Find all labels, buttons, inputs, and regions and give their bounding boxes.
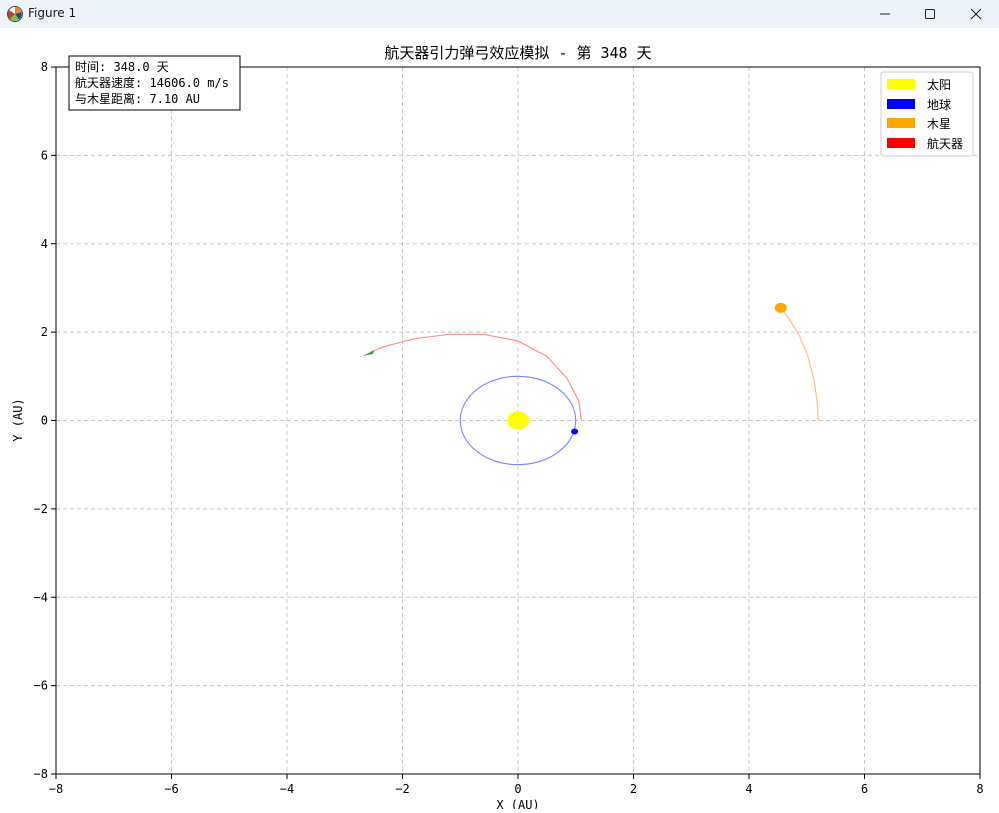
y-tick-label: 0 <box>41 414 48 428</box>
y-tick-label: 8 <box>41 60 48 74</box>
info-speed: 航天器速度: 14606.0 m/s <box>75 75 229 90</box>
x-tick-label: 2 <box>630 782 637 796</box>
y-tick-label: 4 <box>41 237 48 251</box>
figure-background <box>0 28 999 809</box>
maximize-icon <box>925 9 935 19</box>
y-tick-label: −2 <box>34 502 48 516</box>
x-tick-label: 0 <box>514 782 521 796</box>
x-tick-label: 4 <box>745 782 752 796</box>
legend-label-jupiter: 木星 <box>927 117 951 131</box>
x-axis-label: X (AU) <box>496 798 539 809</box>
y-tick-label: −6 <box>34 679 48 693</box>
window-titlebar: Figure 1 <box>0 0 999 28</box>
earth-marker <box>571 428 579 435</box>
y-tick-label: −4 <box>34 590 48 604</box>
matplotlib-icon <box>7 6 23 22</box>
window-title: Figure 1 <box>28 6 77 20</box>
y-tick-label: 2 <box>41 325 48 339</box>
jupiter-marker <box>774 302 787 313</box>
plot-svg: 航天器引力弹弓效应模拟 - 第 348 天 −8 −6 −4 −2 0 2 4 6 8 −8 −6 −… <box>0 28 999 812</box>
minimize-button[interactable] <box>862 0 908 28</box>
x-tick-label: −6 <box>164 782 178 796</box>
info-jupiter-distance: 与木星距离: 7.10 AU <box>75 91 200 106</box>
minimize-icon <box>880 13 890 15</box>
legend-swatch-sun <box>887 79 915 89</box>
x-tick-label: −2 <box>395 782 409 796</box>
legend-swatch-spacecraft <box>887 138 915 148</box>
sun-marker <box>507 411 529 430</box>
y-axis-label: Y (AU) <box>11 398 25 441</box>
y-tick-label: 6 <box>41 148 48 162</box>
legend-label-earth: 地球 <box>927 98 951 112</box>
close-button[interactable] <box>953 0 999 28</box>
y-tick-label: −8 <box>34 767 48 781</box>
maximize-button[interactable] <box>907 0 953 28</box>
legend: 太阳 地球 木星 航天器 <box>880 71 974 157</box>
chart-title: 航天器引力弹弓效应模拟 - 第 348 天 <box>384 44 651 62</box>
info-time: 时间: 348.0 天 <box>75 60 169 74</box>
x-tick-label: −4 <box>280 782 294 796</box>
figure-canvas: 航天器引力弹弓效应模拟 - 第 348 天 −8 −6 −4 −2 0 2 4 6 8 −8 −6 −… <box>0 28 999 812</box>
info-box: 时间: 348.0 天 航天器速度: 14606.0 m/s 与木星距离: 7.… <box>68 55 241 111</box>
x-tick-label: 8 <box>976 782 983 796</box>
close-icon <box>970 8 982 20</box>
x-tick-label: −8 <box>49 782 63 796</box>
legend-label-sun: 太阳 <box>927 77 951 92</box>
legend-swatch-earth <box>887 99 915 109</box>
legend-label-spacecraft: 航天器 <box>927 136 963 151</box>
x-tick-label: 6 <box>861 782 868 796</box>
legend-swatch-jupiter <box>887 118 915 128</box>
